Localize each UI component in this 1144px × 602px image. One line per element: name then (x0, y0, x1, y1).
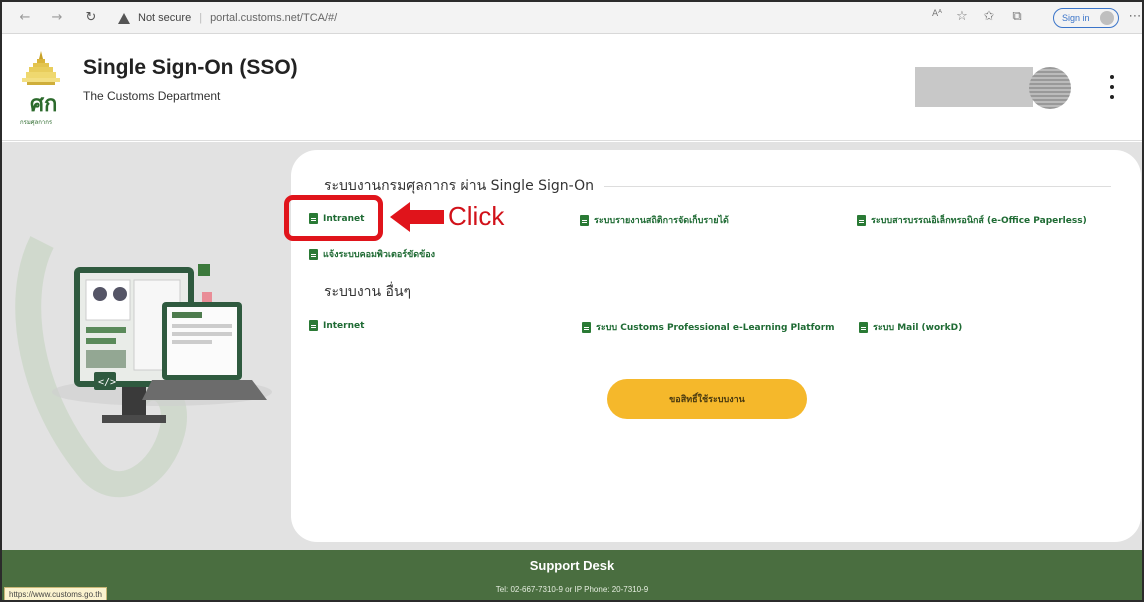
computer-illustration: </> (15, 236, 272, 498)
support-footer: Support Desk Tel: 02-667-7310-9 or IP Ph… (2, 550, 1142, 600)
svg-text:</>: </> (98, 377, 116, 388)
read-aloud-icon[interactable]: Aᴬ (928, 9, 946, 19)
browser-toolbar: ← → ↻ Not secure | portal.customs.net/TC… (2, 2, 1142, 34)
collections-icon[interactable]: ⧉ (1008, 9, 1026, 24)
link-e-learning-label: ระบบ Customs Professional e-Learning Pla… (596, 323, 835, 333)
kebab-menu-icon[interactable] (1102, 75, 1122, 99)
other-section-title: ระบบงาน อื่นๆ (324, 281, 411, 303)
link-mail-workd[interactable]: ระบบ Mail (workD) (859, 320, 962, 334)
page-title: Single Sign-On (SSO) (83, 56, 298, 79)
link-e-learning[interactable]: ระบบ Customs Professional e-Learning Pla… (582, 320, 835, 334)
sign-in-label: Sign in (1062, 13, 1090, 23)
link-e-office[interactable]: ระบบสารบรรณอิเล็กทรอนิกส์ (e-Office Pape… (857, 213, 1087, 227)
link-internet[interactable]: Internet (309, 320, 364, 331)
section-divider (604, 185, 1111, 187)
user-avatar[interactable] (1029, 67, 1071, 109)
url-text: portal.customs.net/TCA/#/ (210, 12, 338, 24)
document-icon (859, 321, 868, 333)
logo-caption: กรมศุลกากร (20, 119, 53, 126)
document-icon (582, 321, 591, 333)
favorites-icon[interactable]: ✩ (980, 9, 998, 24)
link-report-computer-issue[interactable]: แจ้งระบบคอมพิวเตอร์ขัดข้อง (309, 247, 435, 261)
sign-in-button[interactable]: Sign in (1053, 8, 1119, 28)
link-internet-label: Internet (323, 320, 365, 331)
document-icon (857, 214, 866, 226)
other-section-title-text: ระบบงาน อื่นๆ (324, 284, 412, 300)
address-bar[interactable]: Not secure | portal.customs.net/TCA/#/ (118, 8, 337, 28)
forward-arrow-icon[interactable]: → (48, 9, 66, 27)
address-separator: | (199, 12, 203, 24)
link-revenue-stats[interactable]: ระบบรายงานสถิติการจัดเก็บรายได้ (580, 213, 729, 227)
main-content: </> ระบบงานกรมศุลกากร ผ่าน Single Sign-O… (2, 142, 1142, 550)
customs-logo: ศก (22, 51, 60, 117)
link-e-office-label: ระบบสารบรรณอิเล็กทรอนิกส์ (e-Office Pape… (871, 216, 1087, 226)
profile-avatar-icon (1100, 11, 1114, 25)
status-bar-url: https://www.customs.go.th (4, 587, 107, 600)
sso-section-title: ระบบงานกรมศุลกากร ผ่าน Single Sign-On (324, 175, 1111, 197)
document-icon (309, 248, 318, 260)
site-header: ศก กรมศุลกากร Single Sign-On (SSO) The C… (2, 35, 1142, 141)
refresh-icon[interactable]: ↻ (82, 9, 100, 27)
document-icon (580, 214, 589, 226)
footer-contact: Tel: 02-667-7310-9 or IP Phone: 20-7310-… (495, 585, 649, 594)
more-options-icon[interactable]: ⋯ (1126, 9, 1142, 24)
sso-section-title-text: ระบบงานกรมศุลกากร ผ่าน Single Sign-On (324, 178, 594, 194)
back-arrow-icon[interactable]: ← (16, 9, 34, 27)
svg-text:ศก: ศก (30, 91, 57, 117)
link-report-computer-issue-label: แจ้งระบบคอมพิวเตอร์ขัดข้อง (323, 250, 436, 260)
annotation-click-label: Click (448, 201, 505, 231)
warning-icon (118, 12, 130, 24)
user-name-block (915, 67, 1033, 107)
security-label: Not secure (138, 12, 192, 24)
screenshot-frame: ← → ↻ Not secure | portal.customs.net/TC… (0, 0, 1144, 602)
request-access-button[interactable]: ขอสิทธิ์ใช้ระบบงาน (607, 379, 807, 419)
link-revenue-stats-label: ระบบรายงานสถิติการจัดเก็บรายได้ (594, 216, 729, 226)
link-mail-workd-label: ระบบ Mail (workD) (873, 323, 963, 333)
annotation-highlight-box (284, 195, 383, 241)
footer-title: Support Desk (529, 558, 615, 573)
annotation-arrow-icon (390, 202, 444, 232)
favorite-add-icon[interactable]: ☆ (953, 9, 971, 24)
page-subtitle: The Customs Department (83, 89, 221, 103)
document-icon (309, 320, 318, 331)
